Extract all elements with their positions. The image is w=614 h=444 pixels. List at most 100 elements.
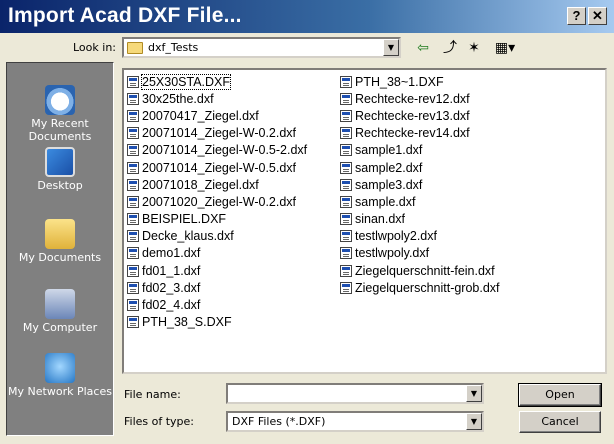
place-label: My Computer: [22, 321, 98, 334]
file-name: fd02_3.dxf: [142, 280, 201, 295]
close-button[interactable]: ✕: [588, 7, 607, 25]
file-column-2: PTH_38~1.DXF Rechtecke-rev12.dxf Rechtecke…: [340, 73, 500, 296]
dxf-file-icon: [127, 230, 139, 243]
file-item[interactable]: 30x25the.dxf: [127, 90, 307, 107]
dxf-file-icon: [340, 213, 352, 226]
file-item[interactable]: Decke_klaus.dxf: [127, 228, 307, 245]
file-item[interactable]: Rechtecke-rev14.dxf: [340, 125, 500, 142]
file-name: demo1.dxf: [142, 246, 201, 261]
file-name-input[interactable]: ▼: [226, 383, 484, 404]
place-my-computer[interactable]: My Computer: [7, 289, 113, 334]
file-item[interactable]: fd01_1.dxf: [127, 262, 307, 279]
file-name: testlwpoly2.dxf: [355, 229, 437, 244]
file-item[interactable]: PTH_38~1.DXF: [340, 73, 500, 90]
place-label: My Network Places: [8, 385, 112, 398]
dxf-file-icon: [340, 178, 352, 191]
places-bar: My Recent Documents Desktop My Documents…: [6, 62, 114, 436]
file-name: testlwpoly.dxf: [355, 246, 430, 261]
file-item[interactable]: 20071014_Ziegel-W-0.5-2.dxf: [127, 142, 307, 159]
dxf-file-icon: [127, 195, 139, 208]
file-name: Rechtecke-rev14.dxf: [355, 126, 470, 141]
file-item[interactable]: 25X30STA.DXF: [127, 73, 307, 90]
look-in-dropdown[interactable]: dxf_Tests ▼: [122, 37, 401, 58]
file-item[interactable]: Rechtecke-rev12.dxf: [340, 90, 500, 107]
file-name: sample2.dxf: [355, 160, 423, 175]
place-label: Desktop: [37, 179, 83, 192]
file-name: PTH_38_S.DXF: [142, 315, 232, 330]
dxf-file-icon: [127, 264, 139, 277]
file-name: 20070417_Ziegel.dxf: [142, 108, 259, 123]
file-name: 30x25the.dxf: [142, 91, 214, 106]
my-documents-icon: [45, 219, 75, 249]
file-name: sample3.dxf: [355, 177, 423, 192]
file-name: Rechtecke-rev12.dxf: [355, 91, 470, 106]
file-name: 20071020_Ziegel-W-0.2.dxf: [142, 194, 297, 209]
file-name: Rechtecke-rev13.dxf: [355, 108, 470, 123]
file-item[interactable]: sample1.dxf: [340, 142, 500, 159]
dxf-file-icon: [127, 247, 139, 260]
dxf-file-icon: [127, 75, 139, 88]
my-computer-icon: [45, 289, 75, 319]
dxf-file-icon: [340, 92, 352, 105]
chevron-down-icon[interactable]: ▼: [466, 413, 482, 430]
back-arrow-icon[interactable]: ⇦: [413, 38, 433, 58]
file-item[interactable]: 20071014_Ziegel-W-0.5.dxf: [127, 159, 307, 176]
chevron-down-icon[interactable]: ▼: [466, 385, 482, 402]
file-name: Decke_klaus.dxf: [142, 229, 234, 244]
file-item[interactable]: 20071020_Ziegel-W-0.2.dxf: [127, 193, 307, 210]
file-name: 20071014_Ziegel-W-0.2.dxf: [142, 126, 297, 141]
desktop-icon: [45, 147, 75, 177]
dxf-file-icon: [340, 109, 352, 122]
dxf-file-icon: [340, 195, 352, 208]
title-bar: Import Acad DXF File... ? ✕: [0, 0, 614, 33]
file-item[interactable]: 20071014_Ziegel-W-0.2.dxf: [127, 125, 307, 142]
place-network[interactable]: My Network Places: [7, 353, 113, 398]
dxf-file-icon: [127, 316, 139, 329]
file-name: Ziegelquerschnitt-fein.dxf: [355, 263, 495, 278]
place-desktop[interactable]: Desktop: [7, 147, 113, 192]
file-item[interactable]: sample.dxf: [340, 193, 500, 210]
file-item[interactable]: Rechtecke-rev13.dxf: [340, 107, 500, 124]
cancel-button[interactable]: Cancel: [519, 411, 601, 433]
up-folder-icon[interactable]: ⤴: [440, 38, 460, 58]
file-item[interactable]: 20070417_Ziegel.dxf: [127, 107, 307, 124]
file-name: sample1.dxf: [355, 143, 423, 158]
dxf-file-icon: [340, 161, 352, 174]
file-item[interactable]: Ziegelquerschnitt-grob.dxf: [340, 279, 500, 296]
file-item[interactable]: Ziegelquerschnitt-fein.dxf: [340, 262, 500, 279]
file-item[interactable]: fd02_3.dxf: [127, 279, 307, 296]
file-item[interactable]: testlwpoly2.dxf: [340, 228, 500, 245]
file-name: fd02_4.dxf: [142, 298, 201, 313]
dxf-file-icon: [340, 127, 352, 140]
dxf-file-icon: [340, 264, 352, 277]
file-column-1: 25X30STA.DXF 30x25the.dxf 20070417_Ziegel.…: [127, 73, 307, 331]
file-item[interactable]: demo1.dxf: [127, 245, 307, 262]
dxf-file-icon: [127, 161, 139, 174]
view-menu-icon[interactable]: ▦▾: [490, 38, 520, 58]
file-item[interactable]: 20071018_Ziegel.dxf: [127, 176, 307, 193]
dxf-file-icon: [340, 144, 352, 157]
place-label: My Recent Documents: [28, 117, 92, 143]
file-type-dropdown[interactable]: DXF Files (*.DXF) ▼: [226, 411, 484, 432]
new-folder-icon[interactable]: ✶: [464, 38, 484, 58]
file-item[interactable]: sample2.dxf: [340, 159, 500, 176]
look-in-value: dxf_Tests: [148, 41, 199, 54]
file-item[interactable]: BEISPIEL.DXF: [127, 211, 307, 228]
help-button[interactable]: ?: [567, 7, 586, 25]
dxf-file-icon: [127, 178, 139, 191]
file-item[interactable]: fd02_4.dxf: [127, 296, 307, 313]
file-item[interactable]: testlwpoly.dxf: [340, 245, 500, 262]
file-item[interactable]: sinan.dxf: [340, 211, 500, 228]
file-item[interactable]: sample3.dxf: [340, 176, 500, 193]
dxf-file-icon: [340, 230, 352, 243]
look-in-label: Look in:: [73, 41, 116, 54]
file-item[interactable]: PTH_38_S.DXF: [127, 314, 307, 331]
open-button[interactable]: Open: [518, 383, 602, 407]
file-name: sinan.dxf: [355, 212, 406, 227]
file-list[interactable]: 25X30STA.DXF 30x25the.dxf 20070417_Ziegel.…: [122, 68, 607, 374]
file-type-value: DXF Files (*.DXF): [232, 415, 326, 428]
chevron-down-icon[interactable]: ▼: [383, 39, 399, 56]
dxf-file-icon: [127, 213, 139, 226]
place-recent-documents[interactable]: My Recent Documents: [7, 85, 113, 143]
place-my-documents[interactable]: My Documents: [7, 219, 113, 264]
